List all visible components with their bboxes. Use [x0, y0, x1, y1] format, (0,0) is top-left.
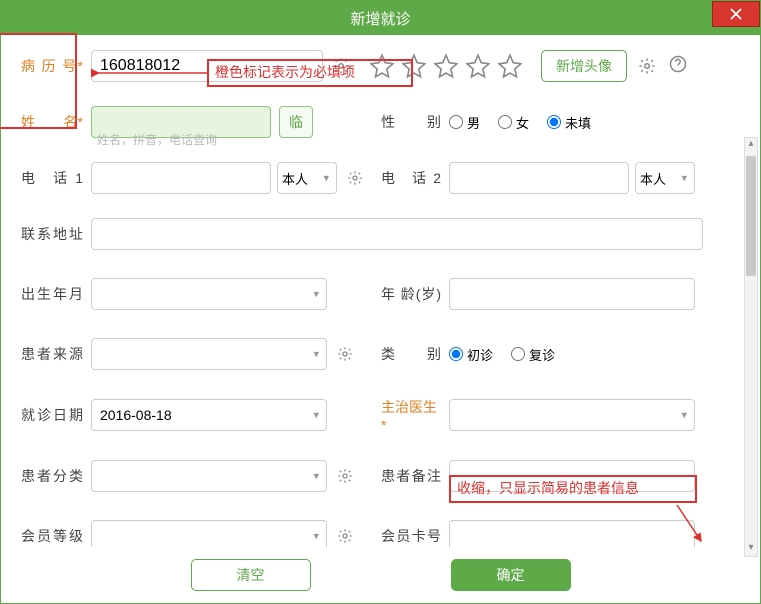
star-icon[interactable]: [369, 53, 395, 79]
name-hint: 姓名，拼音，电话查询: [97, 131, 217, 148]
titlebar: 新增就诊: [1, 1, 760, 35]
radio-unset[interactable]: 未填: [547, 113, 591, 132]
row-source: 患者来源 ▾ 类 别 初诊 复诊: [21, 337, 740, 371]
gear-icon[interactable]: [335, 526, 355, 546]
label-member-card: 会员卡号: [381, 526, 449, 546]
gender-radio-group: 男 女 未填: [449, 113, 591, 132]
scrollbar[interactable]: ▴ ▾: [744, 137, 758, 557]
age-input[interactable]: [449, 278, 695, 310]
gear-icon[interactable]: [345, 168, 365, 188]
visit-type-radio-group: 初诊 复诊: [449, 345, 555, 364]
address-input[interactable]: [91, 218, 703, 250]
clear-button[interactable]: 清空: [191, 559, 311, 591]
radio-first-visit[interactable]: 初诊: [449, 345, 493, 364]
row-visit: 就诊日期 ▾ 主治医生* ▾: [21, 397, 740, 433]
dialog-window: 新增就诊 橙色标记表示为必填项 病 历 号* 新增头像: [0, 0, 761, 604]
label-gender: 性 别: [381, 112, 449, 132]
lin-button[interactable]: 临: [279, 106, 313, 138]
row-record-no: 病 历 号* 新增头像: [21, 49, 740, 83]
scrollbar-thumb[interactable]: [746, 156, 756, 276]
label-type: 类 别: [381, 344, 449, 364]
row-birth: 出生年月 ▾ 年 龄(岁): [21, 277, 740, 311]
help-icon[interactable]: [669, 55, 687, 78]
gear-icon[interactable]: [637, 56, 657, 76]
remark-input[interactable]: [449, 460, 695, 492]
source-select[interactable]: [91, 338, 327, 370]
rating-stars: [369, 53, 523, 79]
label-class: 患者分类: [21, 466, 91, 486]
row-class: 患者分类 ▾ 患者备注: [21, 459, 740, 493]
scroll-up-icon[interactable]: ▴: [745, 138, 757, 152]
label-birth: 出生年月: [21, 284, 91, 304]
gear-icon[interactable]: [335, 344, 355, 364]
label-record-no: 病 历 号*: [21, 56, 91, 76]
label-address: 联系地址: [21, 224, 91, 244]
label-name: 姓 名*: [21, 112, 91, 132]
star-icon[interactable]: [497, 53, 523, 79]
label-member-level: 会员等级: [21, 526, 91, 546]
add-avatar-button[interactable]: 新增头像: [541, 50, 627, 82]
row-phone: 电 话 1 ▾ 电 话 2 ▾: [21, 161, 740, 195]
radio-female[interactable]: 女: [498, 113, 529, 132]
star-icon[interactable]: [401, 53, 427, 79]
close-icon: [730, 8, 742, 20]
phone1-relation-select[interactable]: [277, 162, 337, 194]
label-phone2: 电 话 2: [381, 168, 449, 188]
birth-input[interactable]: [91, 278, 327, 310]
label-age: 年 龄(岁): [381, 284, 449, 304]
content-area: 橙色标记表示为必填项 病 历 号* 新增头像: [1, 35, 760, 603]
dialog-title: 新增就诊: [350, 8, 410, 29]
visit-date-input[interactable]: [91, 399, 327, 431]
label-source: 患者来源: [21, 344, 91, 364]
footer: 清空 确定: [1, 547, 760, 603]
doctor-select[interactable]: [449, 399, 695, 431]
row-address: 联系地址: [21, 217, 740, 251]
gear-icon[interactable]: [331, 56, 351, 76]
star-icon[interactable]: [433, 53, 459, 79]
ok-button[interactable]: 确定: [451, 559, 571, 591]
class-select[interactable]: [91, 460, 327, 492]
label-doctor: 主治医生*: [381, 397, 449, 433]
scroll-area: 电 话 1 ▾ 电 话 2 ▾ 联系地址 出生年月: [21, 161, 740, 591]
label-remark: 患者备注: [381, 466, 449, 486]
radio-return-visit[interactable]: 复诊: [511, 345, 555, 364]
star-icon[interactable]: [465, 53, 491, 79]
phone2-input[interactable]: [449, 162, 629, 194]
scroll-down-icon[interactable]: ▾: [745, 542, 757, 556]
radio-male[interactable]: 男: [449, 113, 480, 132]
record-no-input[interactable]: [91, 50, 323, 82]
phone2-relation-select[interactable]: [635, 162, 695, 194]
gear-icon[interactable]: [335, 466, 355, 486]
close-button[interactable]: [712, 1, 760, 27]
label-visit-date: 就诊日期: [21, 405, 91, 425]
label-phone1: 电 话 1: [21, 168, 91, 188]
phone1-input[interactable]: [91, 162, 271, 194]
